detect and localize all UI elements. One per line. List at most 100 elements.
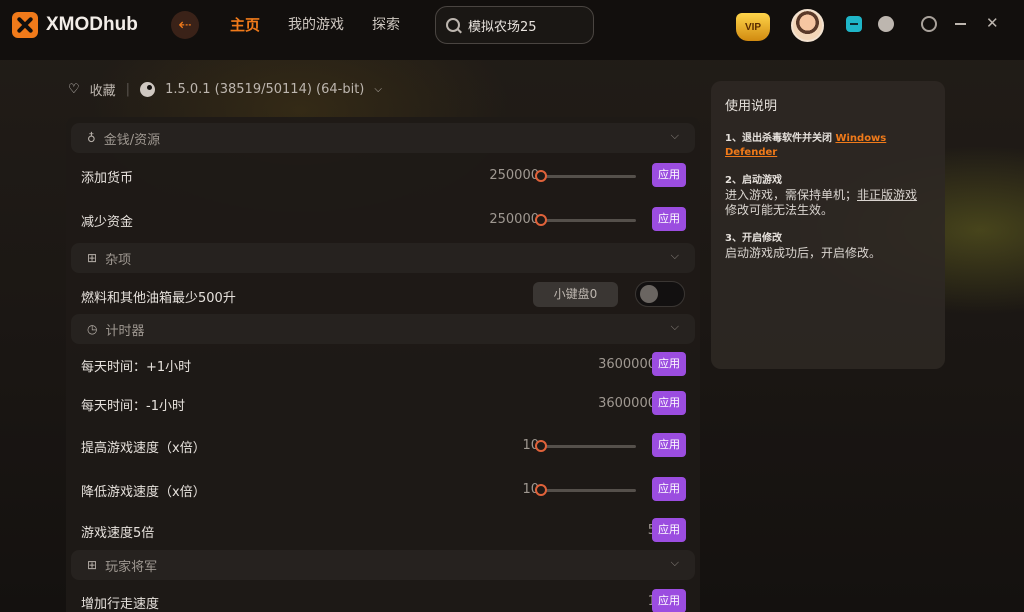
row-walk-speed: 增加行走速度 1 应用	[81, 587, 686, 612]
hotkey-badge[interactable]: 小键盘0	[533, 282, 618, 307]
step-title: 3、开启修改	[725, 233, 782, 244]
instruction-step-1: 1、退出杀毒软件并关闭 Windows Defender	[725, 132, 931, 160]
slider-knob[interactable]	[535, 214, 547, 226]
option-label: 降低游戏速度（x倍）	[81, 485, 206, 500]
favorite-label[interactable]: 收藏	[90, 80, 116, 99]
step-text: 修改可能无法生效。	[725, 203, 834, 217]
option-label: 减少资金	[81, 215, 134, 230]
row-add-money: 添加货币 250000 应用	[81, 161, 686, 191]
step-title: 2、启动游戏	[725, 175, 782, 186]
chevron-down-icon: ⌵	[670, 556, 679, 569]
row-reduce-money: 减少资金 250000 应用	[81, 205, 686, 235]
xmod-logo-icon	[12, 12, 38, 38]
row-day-minus: 每天时间：-1小时 3600000 应用	[81, 389, 686, 419]
step-title: 1、退出杀毒软件并关闭	[725, 133, 832, 144]
option-label: 每天时间：-1小时	[81, 399, 185, 414]
slider-knob[interactable]	[535, 170, 547, 182]
option-label: 增加行走速度	[81, 597, 160, 612]
section-title: 玩家将军	[105, 559, 158, 575]
option-value: 3600000	[598, 357, 656, 372]
option-value: 250000	[489, 168, 539, 183]
row-fuel: 燃料和其他油箱最少500升 小键盘0	[81, 281, 685, 311]
user-icon[interactable]	[878, 16, 894, 32]
section-title: 杂项	[105, 252, 132, 268]
apply-button[interactable]: 应用	[652, 207, 686, 231]
option-value: 3600000	[598, 396, 656, 411]
avatar[interactable]	[791, 9, 824, 42]
apply-button[interactable]: 应用	[652, 518, 686, 542]
apply-button[interactable]: 应用	[652, 352, 686, 376]
apply-button[interactable]: 应用	[652, 433, 686, 457]
option-label: 提高游戏速度（x倍）	[81, 441, 206, 456]
chevron-down-icon: ⌵	[670, 320, 679, 333]
instructions-card: 使用说明 1、退出杀毒软件并关闭 Windows Defender 2、启动游戏…	[711, 81, 945, 369]
money-bag-icon: ♁	[87, 131, 96, 145]
section-timer[interactable]: ◷ 计时器 ⌵	[71, 314, 695, 344]
instruction-step-2: 2、启动游戏 进入游戏，需保持单机；非正版游戏修改可能无法生效。	[725, 174, 931, 218]
option-label: 每天时间：+1小时	[81, 360, 192, 375]
value-slider[interactable]	[535, 170, 636, 182]
back-button[interactable]: ⇠	[171, 11, 199, 39]
section-title: 金钱/资源	[103, 132, 161, 148]
grid-icon: ⊞	[87, 558, 98, 572]
search-input[interactable]	[468, 17, 578, 33]
apply-button[interactable]: 应用	[652, 163, 686, 187]
section-player[interactable]: ⊞ 玩家将军 ⌵	[71, 550, 695, 580]
app-logo[interactable]: XMODhub	[12, 12, 138, 38]
value-slider[interactable]	[535, 214, 636, 226]
search-icon	[446, 18, 460, 32]
app-switch-icon[interactable]	[846, 16, 862, 32]
nav-explore[interactable]: 探索	[372, 14, 400, 35]
chevron-down-icon: ⌵	[670, 129, 679, 142]
option-value: 5	[581, 523, 656, 538]
value-slider[interactable]	[535, 440, 636, 452]
apply-button[interactable]: 应用	[652, 589, 686, 612]
row-speed-up: 提高游戏速度（x倍） 10 应用	[81, 431, 686, 461]
divider: |	[125, 82, 131, 97]
slider-knob[interactable]	[535, 484, 547, 496]
cheat-panel: ♁ 金钱/资源 ⌵ 添加货币 250000 应用 减少资金 250000 应用 …	[66, 117, 700, 612]
option-value: 250000	[489, 212, 539, 227]
close-icon[interactable]: ✕	[986, 14, 999, 32]
option-label: 游戏速度5倍	[81, 526, 155, 541]
nav-home[interactable]: 主页	[230, 14, 260, 35]
search-box[interactable]	[435, 6, 594, 44]
option-label: 添加货币	[81, 171, 134, 186]
instruction-step-3: 3、开启修改 启动游戏成功后，开启修改。	[725, 232, 931, 261]
main-nav: 主页 我的游戏 探索	[230, 14, 400, 35]
top-bar: XMODhub ⇠ 主页 我的游戏 探索 VIP ✕	[0, 0, 1024, 60]
section-money[interactable]: ♁ 金钱/资源 ⌵	[71, 123, 695, 153]
step-text-underlined: 非正版游戏	[857, 188, 918, 202]
chevron-down-icon: ⌵	[670, 249, 679, 262]
steam-icon	[140, 82, 156, 97]
step-body: 进入游戏，需保持单机；非正版游戏修改可能无法生效。	[725, 188, 931, 218]
apply-button[interactable]: 应用	[652, 391, 686, 415]
grid-icon: ⊞	[87, 251, 98, 265]
toggle-switch[interactable]	[635, 281, 685, 307]
version-select[interactable]: 1.5.0.1 (38519/50114) (64-bit)	[165, 82, 364, 97]
option-value: 10	[522, 438, 539, 453]
minimize-icon[interactable]	[955, 23, 966, 25]
section-title: 计时器	[105, 323, 145, 339]
app-name: XMODhub	[46, 14, 138, 35]
section-misc[interactable]: ⊞ 杂项 ⌵	[71, 243, 695, 273]
chevron-down-icon[interactable]: ⌵	[374, 84, 382, 95]
step-text: 进入游戏，需保持单机；	[725, 188, 858, 202]
arrow-left-icon: ⇠	[178, 15, 192, 34]
vip-badge[interactable]: VIP	[736, 13, 770, 41]
option-value: 1	[581, 594, 656, 609]
instructions-title: 使用说明	[725, 99, 778, 114]
clock-icon: ◷	[87, 322, 98, 336]
step-body: 启动游戏成功后，开启修改。	[725, 246, 882, 260]
nav-my-games[interactable]: 我的游戏	[288, 14, 344, 35]
apply-button[interactable]: 应用	[652, 477, 686, 501]
option-value: 10	[522, 482, 539, 497]
slider-knob[interactable]	[535, 440, 547, 452]
settings-icon[interactable]	[921, 16, 937, 32]
row-speed-down: 降低游戏速度（x倍） 10 应用	[81, 475, 686, 505]
option-label: 燃料和其他油箱最少500升	[81, 291, 236, 306]
game-meta: ♡ 收藏 | 1.5.0.1 (38519/50114) (64-bit) ⌵	[68, 80, 382, 99]
row-day-plus: 每天时间：+1小时 3600000 应用	[81, 350, 686, 380]
value-slider[interactable]	[535, 484, 636, 496]
heart-icon[interactable]: ♡	[68, 82, 80, 97]
